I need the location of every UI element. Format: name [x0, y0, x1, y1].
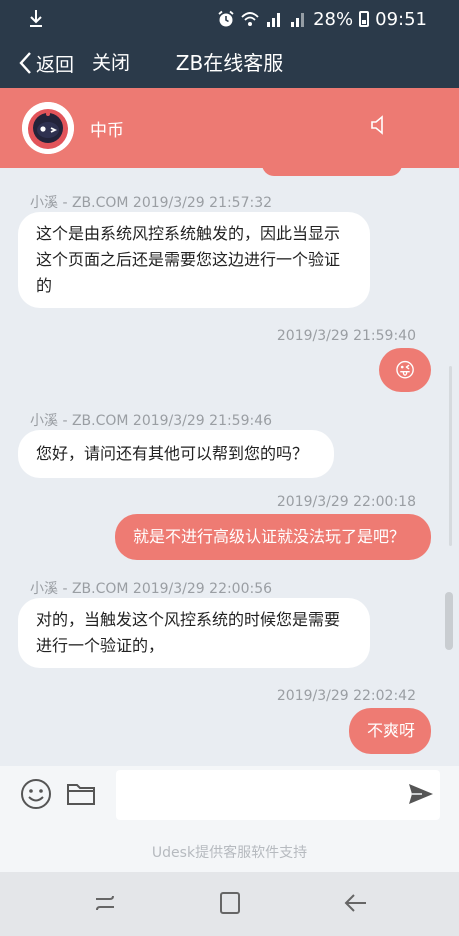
input-bar [0, 766, 459, 836]
recent-apps-icon[interactable] [92, 890, 118, 916]
top-nav-bar: 返回 关闭 ZB在线客服 [0, 38, 459, 88]
scrollbar-thumb[interactable] [445, 592, 453, 650]
chevron-left-icon [19, 52, 31, 74]
clock-time: 09:51 [375, 8, 427, 30]
agent-message: 对的，当触发这个风控系统的时候您是需要进行一个验证的， [18, 598, 370, 668]
system-nav-bar [0, 872, 459, 936]
message-meta: 2019/3/29 21:59:40 [276, 328, 416, 344]
status-bar: 28% 09:51 [0, 0, 459, 38]
user-message: 不爽呀 [349, 708, 431, 754]
message-meta: 2019/3/29 22:02:42 [276, 688, 416, 704]
user-message: 😜 [379, 348, 431, 392]
speaker-icon[interactable] [370, 114, 388, 136]
user-message: 就是不进行高级认证就没法玩了是吧？ [115, 514, 431, 560]
alarm-icon [218, 10, 234, 27]
close-button[interactable]: 关闭 [92, 49, 130, 77]
message-meta: 小溪 - ZB.COM 2019/3/29 22:00:56 [30, 581, 273, 597]
agent-message: 您好，请问还有其他可以帮到您的吗？ [18, 430, 334, 478]
back-button[interactable]: 返回 [18, 49, 74, 77]
scroll-track [449, 366, 452, 546]
app-screen: 28% 09:51 返回 关闭 ZB在线客服 中币 小溪 - ZB.COM 20… [0, 0, 459, 936]
signal-2-icon [291, 13, 305, 27]
send-icon[interactable] [408, 782, 434, 806]
powered-by-text: Udesk提供客服软件支持 [0, 836, 459, 872]
back-label: 返回 [36, 53, 75, 76]
battery-icon [359, 11, 370, 27]
home-icon[interactable] [217, 890, 243, 916]
emoji-icon[interactable] [20, 778, 52, 810]
message-meta: 2019/3/29 22:00:18 [276, 494, 416, 510]
folder-icon[interactable] [66, 780, 96, 808]
notice-tab [262, 164, 402, 176]
battery-percent: 28% [313, 8, 354, 30]
back-arrow-icon[interactable] [343, 890, 369, 916]
download-icon [30, 10, 42, 27]
robot-avatar-icon [22, 102, 74, 154]
message-meta: 小溪 - ZB.COM 2019/3/29 21:59:46 [30, 413, 273, 429]
signal-1-icon [267, 13, 281, 27]
agent-header: 中币 [0, 88, 459, 168]
message-meta: 小溪 - ZB.COM 2019/3/29 21:57:32 [30, 195, 273, 211]
message-input[interactable] [116, 770, 440, 820]
agent-message: 这个是由系统风控系统触发的，因此当显示这个页面之后还是需要您这边进行一个验证的 [18, 212, 370, 308]
agent-name: 中币 [90, 121, 124, 141]
chat-area[interactable]: 小溪 - ZB.COM 2019/3/29 21:57:32 这个是由系统风控系… [0, 176, 459, 766]
wifi-icon [241, 12, 259, 26]
status-right: 28% 09:51 [217, 6, 427, 32]
agent-avatar [22, 102, 74, 154]
